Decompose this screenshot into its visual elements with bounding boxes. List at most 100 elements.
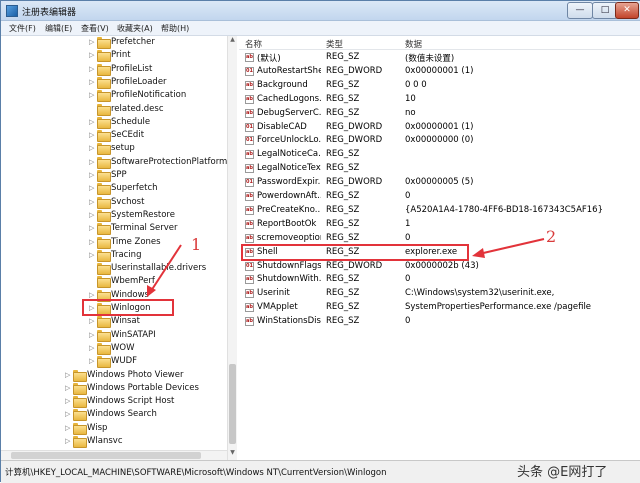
expand-arrow-icon[interactable]: ▷ [65,371,73,380]
expand-arrow-icon[interactable]: ▷ [89,224,97,233]
expand-arrow-icon[interactable]: ▷ [89,51,97,60]
column-header-data[interactable]: 数据 [405,38,422,50]
expand-arrow-icon[interactable]: ▷ [65,437,73,446]
tree-item[interactable]: ▷ WinSATAPI [1,329,231,342]
tree-item[interactable]: ▷ Winsat [1,315,231,329]
minimize-button[interactable]: — [567,2,593,19]
expand-arrow-icon[interactable]: ▷ [89,131,97,140]
value-data: 0 [405,191,411,201]
tree-item[interactable]: ▷ SoftwareProtectionPlatform [1,156,231,169]
value-row[interactable]: ab Background REG_SZ 0 0 0 [239,79,640,93]
tree-item[interactable]: ▷ Windows Script Host [1,395,231,409]
tree-item[interactable]: ▷ Windows Portable Devices [1,382,231,395]
tree-item[interactable]: ▷ Print [1,49,231,63]
expand-arrow-icon[interactable]: ▷ [89,158,97,167]
expand-arrow-icon[interactable]: ▷ [89,184,97,193]
tree-item[interactable]: ▷ ProfileLoader [1,76,231,89]
key-tree-pane[interactable]: ▷ Prefetcher ▷ Print ▷ ProfileList ▷ ProfileLoa… [1,36,237,460]
tree-horizontal-scrollbar[interactable] [1,450,227,460]
expand-arrow-icon[interactable]: ▷ [89,144,97,153]
expand-arrow-icon[interactable]: ▷ [89,251,97,260]
menu-edit[interactable]: 编辑(E) [45,23,72,34]
string-value-icon: ab [245,164,254,174]
value-row[interactable]: 01 ShutdownFlags REG_DWORD 0x0000002b (43) [239,260,640,274]
value-row[interactable]: ab ReportBootOk REG_SZ 1 [239,218,640,232]
tree-item[interactable]: ▷ Schedule [1,116,231,129]
value-data: no [405,107,416,118]
expand-arrow-icon[interactable]: ▷ [89,118,97,127]
menu-file[interactable]: 文件(F) [9,23,36,34]
tree-item[interactable]: ▷ WUDF [1,355,231,369]
expand-arrow-icon[interactable]: ▷ [65,424,73,433]
tree-item[interactable]: ▷ WOW [1,342,231,355]
expand-arrow-icon[interactable]: ▷ [89,357,97,366]
value-row[interactable]: ab Userinit REG_SZ C:\Windows\system32\user… [239,287,640,301]
tree-item-label: Svchost [111,196,145,207]
value-row[interactable]: 01 PasswordExpir... REG_DWORD 0x00000005 (5… [239,176,640,190]
menu-help[interactable]: 帮助(H) [161,23,189,34]
column-header-name[interactable]: 名称 [245,38,262,50]
value-type: REG_DWORD [326,135,383,146]
scroll-thumb[interactable] [229,364,236,444]
expand-arrow-icon[interactable]: ▷ [89,331,97,340]
expand-arrow-icon[interactable]: ▷ [65,397,73,406]
expand-arrow-icon[interactable]: ▷ [89,171,97,180]
tree-item[interactable]: ▷ ProfileNotification [1,89,231,103]
value-row[interactable]: ab ShutdownWith... REG_SZ 0 [239,273,640,287]
value-row[interactable]: ab PreCreateKno... REG_SZ {A520A1A4-1780-4F… [239,204,640,218]
column-header-type[interactable]: 类型 [326,38,343,50]
expand-arrow-icon[interactable]: ▷ [89,238,97,247]
value-row[interactable]: ab LegalNoticeCa... REG_SZ [239,148,640,162]
tree-item[interactable]: ▷ Wlansvc [1,435,231,448]
expand-arrow-icon[interactable]: ▷ [89,317,97,326]
value-row[interactable]: ab VMApplet REG_SZ SystemPropertiesPerforma… [239,301,640,315]
tree-item[interactable]: ▷ Terminal Server [1,222,231,236]
scroll-down-arrow-icon[interactable]: ▼ [228,449,237,459]
tree-item[interactable]: ▷ ProfileList [1,63,231,76]
tree-item[interactable]: Userinstallable.drivers [1,262,231,276]
expand-arrow-icon[interactable]: ▷ [65,410,73,419]
expand-arrow-icon[interactable]: ▷ [89,344,97,353]
tree-item[interactable]: ▷ Windows Photo Viewer [1,369,231,382]
tree-item[interactable]: WbemPerf [1,275,231,289]
value-row[interactable]: abWinStationsDis... REG_SZ 0 [239,315,640,329]
value-row[interactable]: ab (默认) REG_SZ (数值未设置) [239,51,640,65]
value-name: scremoveoption [257,232,321,243]
tree-item[interactable]: ▷ Prefetcher [1,36,231,49]
value-row[interactable]: 01 DisableCAD REG_DWORD 0x00000001 (1) [239,121,640,135]
expand-arrow-icon[interactable]: ▷ [89,198,97,207]
folder-icon [97,90,111,103]
tree-item[interactable]: ▷ Wisp [1,422,231,435]
tree-item[interactable]: ▷ SystemRestore [1,209,231,222]
tree-item[interactable]: ▷ Superfetch [1,182,231,196]
tree-vertical-scrollbar[interactable]: ▲ ▼ [227,36,237,460]
horizontal-scroll-thumb[interactable] [11,452,201,459]
value-row[interactable]: ab DebugServerC... REG_SZ no [239,107,640,121]
tree-item[interactable]: ▷ Svchost [1,196,231,209]
value-row[interactable]: ab PowerdownAft... REG_SZ 0 [239,190,640,204]
expand-arrow-icon[interactable]: ▷ [89,78,97,87]
expand-arrow-icon[interactable]: ▷ [89,38,97,47]
expand-arrow-icon[interactable]: ▷ [89,211,97,220]
expand-arrow-icon[interactable]: ▷ [89,91,97,100]
close-button[interactable]: ✕ [615,2,639,19]
menu-favorites[interactable]: 收藏夹(A) [117,23,153,34]
tree-item[interactable]: related.desc [1,103,231,116]
scroll-up-arrow-icon[interactable]: ▲ [228,36,237,46]
tree-item[interactable]: ▷ Windows Search [1,408,231,422]
value-name: AutoRestartShell [257,65,321,76]
tree-item[interactable]: ▷ setup [1,142,231,156]
value-row[interactable]: 01 AutoRestartShell REG_DWORD 0x00000001 (1… [239,65,640,79]
tree-item[interactable]: ▷ SeCEdit [1,129,231,143]
tree-item-label: SPP [111,170,127,180]
expand-arrow-icon[interactable]: ▷ [65,384,73,393]
value-row[interactable]: ab CachedLogons... REG_SZ 10 [239,93,640,107]
value-name: LegalNoticeText [257,163,321,174]
expand-arrow-icon[interactable]: ▷ [89,65,97,74]
column-headers: 名称 类型 数据 [239,36,640,50]
value-row[interactable]: 01 ForceUnlockLo... REG_DWORD 0x00000000 (0… [239,134,640,148]
menu-view[interactable]: 查看(V) [81,23,109,34]
value-row[interactable]: ab LegalNoticeText REG_SZ [239,162,640,176]
value-type: REG_SZ [326,316,360,327]
tree-item[interactable]: ▷ SPP [1,169,231,182]
